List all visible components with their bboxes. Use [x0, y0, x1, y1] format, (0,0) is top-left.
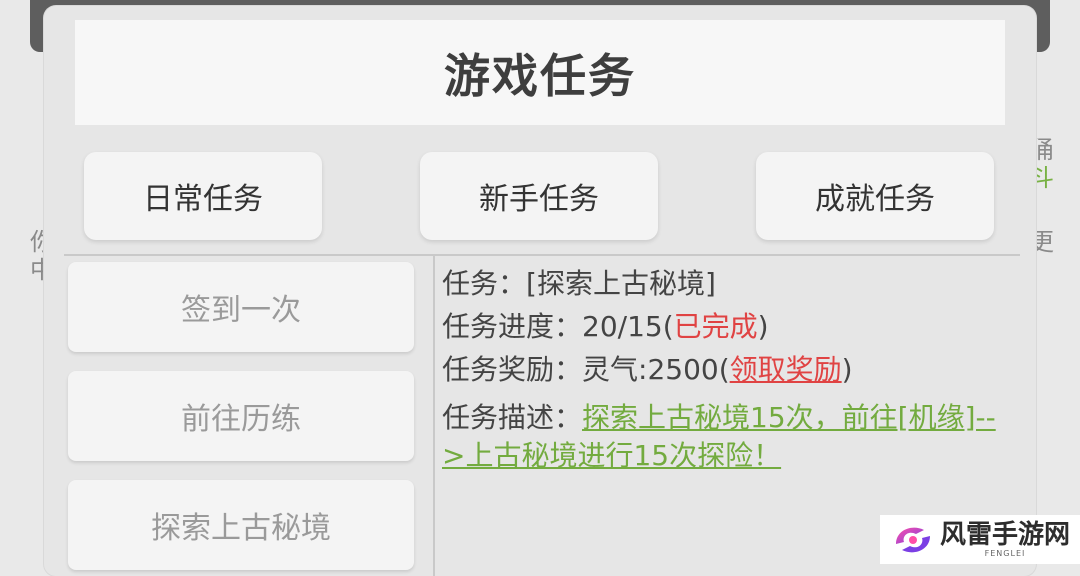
- dialog-title: 游戏任务: [444, 48, 636, 103]
- task-progress-value: 20/15(: [582, 310, 674, 343]
- tab-newbie-tasks[interactable]: 新手任务: [420, 152, 658, 240]
- task-dialog: 游戏任务 日常任务 新手任务 成就任务 签到一次 前往历练 探索上古秘境 任务：…: [44, 6, 1036, 576]
- tab-daily-tasks[interactable]: 日常任务: [84, 152, 322, 240]
- tab-achievement-tasks[interactable]: 成就任务: [756, 152, 994, 240]
- task-progress-label: 任务进度：: [442, 310, 583, 343]
- task-name-value: [探索上古秘境]: [526, 267, 716, 300]
- task-description-row: 任务描述：探索上古秘境15次，前往[机缘]-->上古秘境进行15次探险！: [442, 399, 1002, 475]
- task-progress-row: 任务进度：20/15(已完成): [442, 305, 1002, 348]
- watermark-name: 风雷手游网: [940, 519, 1071, 550]
- task-name-label: 任务：: [442, 267, 527, 300]
- task-progress-close: ): [757, 310, 769, 343]
- task-description-label: 任务描述：: [442, 401, 583, 434]
- horizontal-divider: [64, 254, 1020, 256]
- task-item-training[interactable]: 前往历练: [68, 371, 414, 461]
- task-item-explore-realm[interactable]: 探索上古秘境: [68, 480, 414, 570]
- watermark-text: 风雷手游网 FENGLEI: [940, 521, 1070, 559]
- task-detail-panel: 任务：[探索上古秘境] 任务进度：20/15(已完成) 任务奖励：灵气:2500…: [442, 262, 1002, 475]
- dialog-header: 游戏任务: [75, 20, 1005, 125]
- task-status-completed: 已完成: [673, 310, 758, 343]
- fenglei-logo-icon: [896, 527, 930, 552]
- task-item-sign-in[interactable]: 签到一次: [68, 262, 414, 352]
- task-reward-label: 任务奖励：: [442, 353, 583, 386]
- site-watermark: 风雷手游网 FENGLEI: [880, 515, 1080, 564]
- task-reward-value: 灵气:2500(: [582, 353, 730, 386]
- watermark-sub: FENGLEI: [984, 548, 1026, 558]
- task-reward-row: 任务奖励：灵气:2500(领取奖励): [442, 348, 1002, 391]
- vertical-divider: [433, 256, 435, 576]
- claim-reward-link[interactable]: 领取奖励: [730, 353, 842, 386]
- task-name-row: 任务：[探索上古秘境]: [442, 262, 1002, 305]
- task-reward-close: ): [841, 353, 853, 386]
